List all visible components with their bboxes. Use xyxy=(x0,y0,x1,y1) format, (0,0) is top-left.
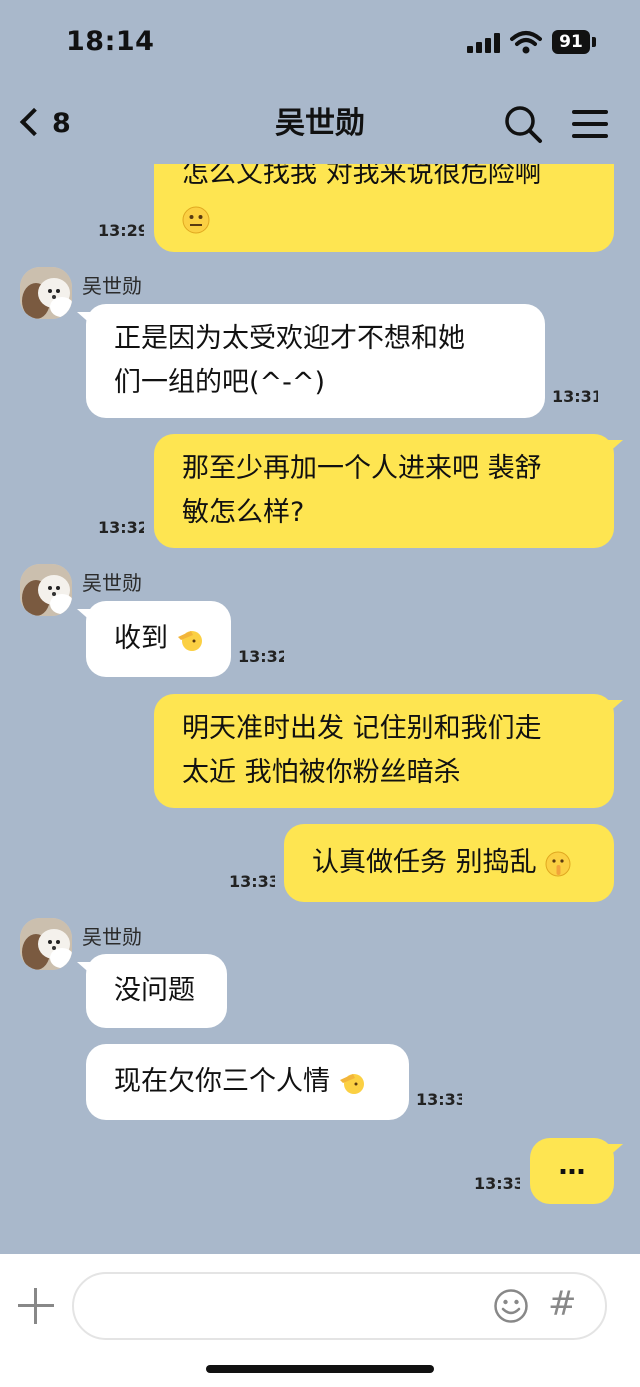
message-text-line: 那至少再加一个人进来吧 裴舒 xyxy=(182,453,542,484)
chat-header: 8 吴世勋 xyxy=(0,84,640,164)
battery-indicator: 91 xyxy=(552,30,590,54)
message-text: 怎么又找我 对我来说很危险啊 xyxy=(182,164,542,189)
message-bubble-theirs[interactable]: 正是因为太受欢迎才不想和她 们一组的吧(^-^) xyxy=(77,304,545,418)
message-text-line: 正是因为太受欢迎才不想和她 xyxy=(114,323,465,354)
avatar[interactable] xyxy=(20,564,72,616)
neutral-face-icon xyxy=(182,206,210,233)
puppy-avatar-icon xyxy=(20,918,72,970)
message-text-line: 太近 我怕被你粉丝暗杀 xyxy=(182,757,461,788)
avatar[interactable] xyxy=(20,918,72,970)
puppy-avatar-icon xyxy=(20,564,72,616)
message-bubble-mine[interactable]: … xyxy=(530,1138,623,1204)
search-icon[interactable] xyxy=(503,104,543,144)
sender-name: 吴世勋 xyxy=(82,571,142,595)
message-list[interactable]: 怎么又找我 对我来说很危险啊 13:29 吴世勋 正是因为太受欢迎才不想和她 们… xyxy=(0,164,640,1254)
message-text: 收到 xyxy=(114,623,168,654)
message-timestamp: 13:33 xyxy=(229,873,275,891)
menu-icon[interactable] xyxy=(572,108,608,140)
sender-name: 吴世勋 xyxy=(82,925,142,949)
message-text: … xyxy=(558,1150,586,1181)
salute-face-icon xyxy=(177,630,202,651)
message-timestamp: 13:32 xyxy=(238,648,284,666)
message-text: 没问题 xyxy=(114,975,195,1006)
message-bubble-mine[interactable]: 认真做任务 别捣乱 xyxy=(284,824,614,902)
message-timestamp: 13:31 xyxy=(552,388,598,406)
message-timestamp: 13:33 xyxy=(474,1175,520,1193)
puppy-avatar-icon xyxy=(20,267,72,319)
shushing-face-icon xyxy=(545,851,571,876)
message-timestamp: 13:32 xyxy=(98,519,144,537)
message-text: 现在欠你三个人情 xyxy=(114,1066,330,1097)
salute-face-icon xyxy=(339,1073,364,1094)
status-bar: 18:14 91 xyxy=(0,0,640,84)
message-bubble-theirs[interactable]: 没问题 xyxy=(77,954,227,1028)
message-timestamp: 13:29 xyxy=(98,222,144,240)
chat-title: 吴世勋 xyxy=(275,106,365,141)
wifi-icon xyxy=(510,31,542,54)
message-bubble-mine[interactable]: 那至少再加一个人进来吧 裴舒 敏怎么样? xyxy=(154,434,623,548)
message-text-line: 敏怎么样? xyxy=(182,497,305,528)
message-text: 认真做任务 别捣乱 xyxy=(312,847,537,878)
avatar[interactable] xyxy=(20,267,72,319)
message-bubble-mine[interactable]: 明天准时出发 记住别和我们走 太近 我怕被你粉丝暗杀 xyxy=(154,694,623,808)
message-bubble-mine[interactable]: 怎么又找我 对我来说很危险啊 xyxy=(154,164,614,252)
smiley-icon[interactable] xyxy=(493,1288,529,1324)
status-time: 18:14 xyxy=(66,26,155,57)
message-text-line: 明天准时出发 记住别和我们走 xyxy=(182,713,542,744)
cellular-signal-icon xyxy=(467,33,501,53)
message-bubble-theirs[interactable]: 收到 xyxy=(77,601,231,677)
message-text-line: 们一组的吧(^-^) xyxy=(114,367,326,398)
hashtag-icon[interactable]: # xyxy=(548,1284,577,1324)
home-indicator xyxy=(206,1365,434,1373)
sender-name: 吴世勋 xyxy=(82,274,142,298)
message-timestamp: 13:33 xyxy=(416,1091,462,1109)
plus-icon[interactable] xyxy=(18,1288,54,1324)
battery-tip xyxy=(592,37,596,47)
message-bubble-theirs[interactable]: 现在欠你三个人情 xyxy=(86,1044,409,1120)
